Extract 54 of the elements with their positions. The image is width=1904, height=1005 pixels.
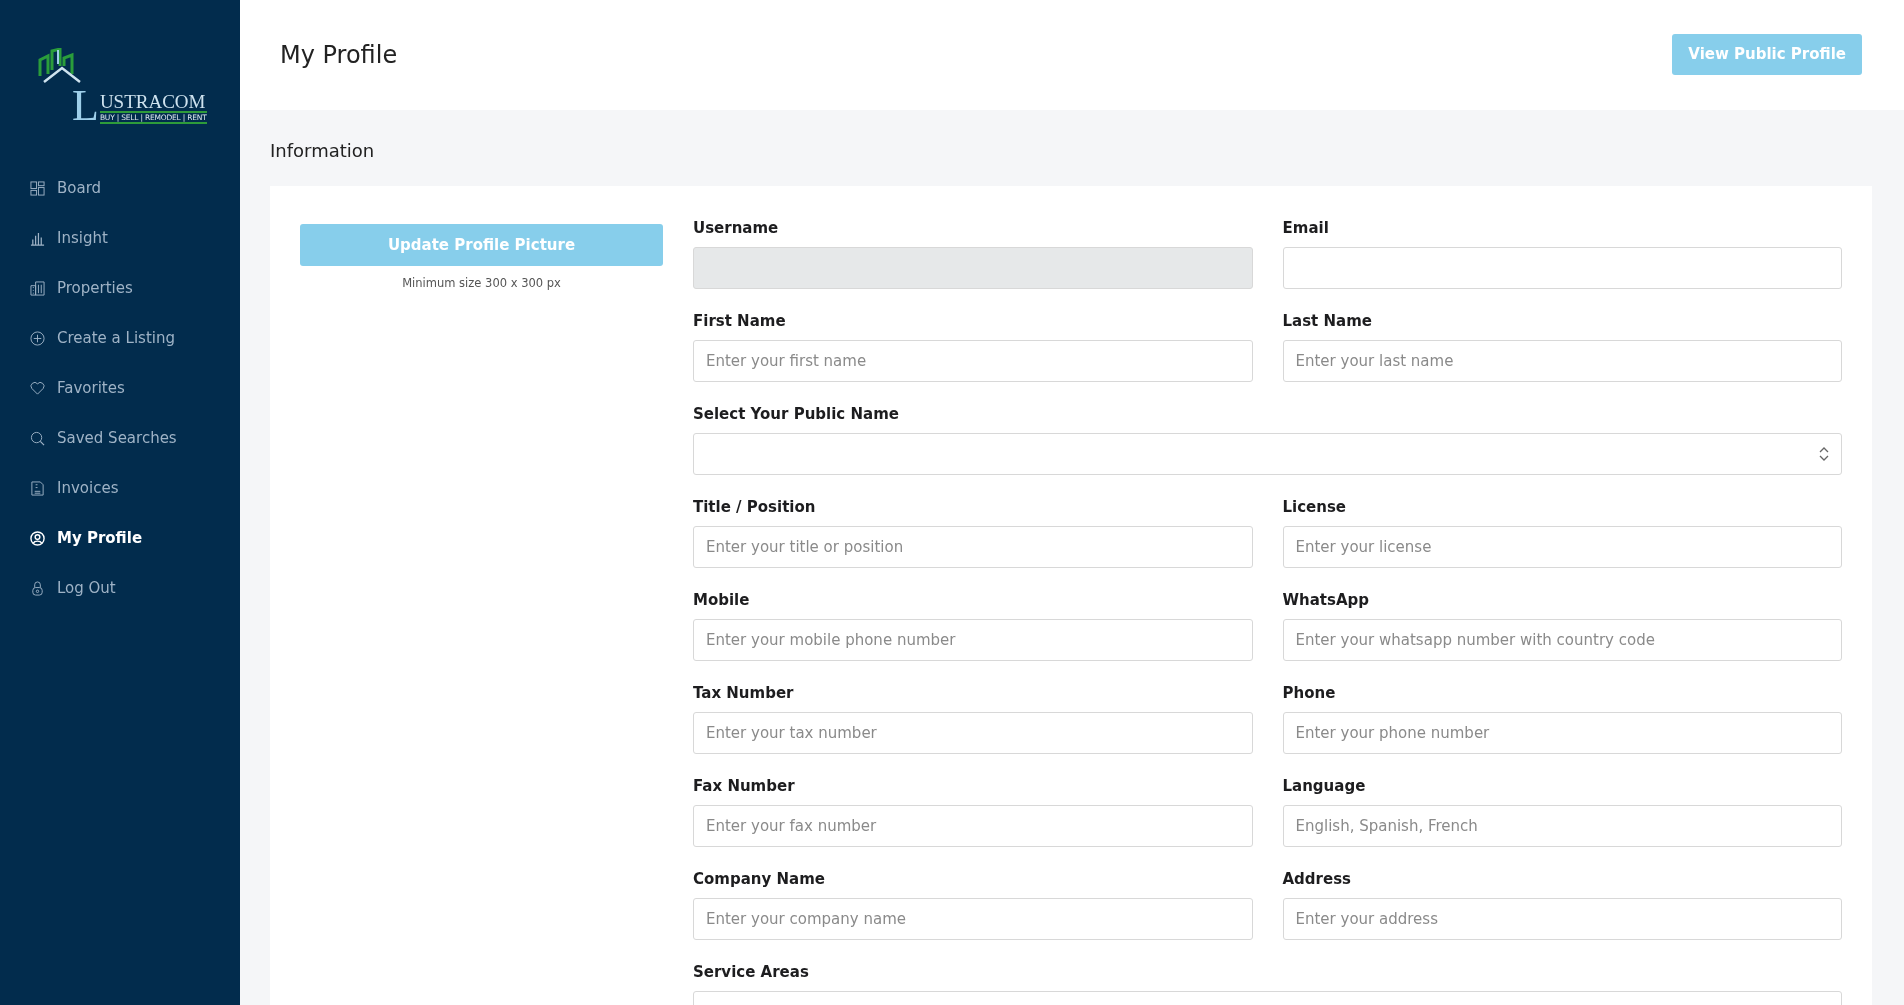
input-field[interactable]: Enter your license — [1282, 526, 1842, 568]
field-label: Email — [1282, 218, 1330, 238]
sidebar-item[interactable]: My Profile — [0, 526, 240, 550]
building-icon — [30, 280, 45, 296]
input-field[interactable]: Enter your company name — [693, 898, 1253, 940]
field-label: Address — [1282, 869, 1352, 889]
sidebar-item[interactable]: Favorites — [0, 376, 240, 400]
sidebar-item[interactable]: Insight — [0, 226, 240, 250]
user-circle-icon — [30, 530, 45, 546]
input-field[interactable]: Enter your title or position — [693, 526, 1253, 568]
field-label: License — [1282, 497, 1348, 517]
chevron-updown-icon — [1819, 447, 1829, 461]
section-title: Information — [270, 140, 376, 162]
document-icon — [30, 480, 45, 496]
input-field[interactable]: Enter your last name — [1282, 340, 1842, 382]
field-label: Fax Number — [693, 776, 796, 796]
input-field[interactable]: Enter your mobile phone number — [693, 619, 1253, 661]
input-field[interactable]: English, Spanish, French — [1282, 805, 1842, 847]
bar-chart-icon — [30, 230, 45, 246]
field-label: Service Areas — [693, 962, 810, 982]
dashboard-icon — [30, 180, 45, 196]
sidebar-item[interactable]: Properties — [0, 276, 240, 300]
logo-name: USTRACOM — [99, 92, 207, 113]
heart-icon — [30, 380, 45, 396]
field-label: WhatsApp — [1282, 590, 1371, 610]
field-label: Last Name — [1282, 311, 1373, 331]
input-field[interactable]: Enter your address — [1282, 898, 1842, 940]
input-field[interactable]: Enter your first name — [693, 340, 1253, 382]
sidebar-item[interactable]: Invoices — [0, 476, 240, 500]
sidebar-item[interactable]: Saved Searches — [0, 426, 240, 450]
sidebar-item[interactable]: Board — [0, 176, 240, 200]
page-title: My Profile — [280, 41, 398, 69]
field-label: Phone — [1282, 683, 1337, 703]
input-field[interactable]: Enter your tax number — [693, 712, 1253, 754]
logo-initial: L — [72, 88, 99, 124]
field-label: Mobile — [693, 590, 751, 610]
search-icon — [30, 430, 45, 446]
field-label: Select Your Public Name — [693, 404, 900, 424]
picture-hint: Minimum size 300 x 300 px — [402, 276, 561, 290]
input-field[interactable]: Enter your fax number — [693, 805, 1253, 847]
input-field[interactable]: Enter your whatsapp number with country code — [1282, 619, 1842, 661]
field-label: Language — [1282, 776, 1367, 796]
input-field[interactable] — [1282, 247, 1842, 289]
lock-icon — [30, 580, 45, 596]
input-field[interactable]: Enter your phone number — [1282, 712, 1842, 754]
field-label: Company Name — [693, 869, 826, 889]
field-label: Username — [693, 218, 780, 238]
select-field[interactable] — [693, 433, 1842, 475]
sidebar-item[interactable]: Create a Listing — [0, 326, 240, 350]
sidebar-item[interactable]: Log Out — [0, 576, 240, 600]
field-label: Tax Number — [693, 683, 795, 703]
plus-circle-icon — [30, 330, 45, 346]
field-label: Title / Position — [693, 497, 817, 517]
field-label: First Name — [693, 311, 787, 331]
